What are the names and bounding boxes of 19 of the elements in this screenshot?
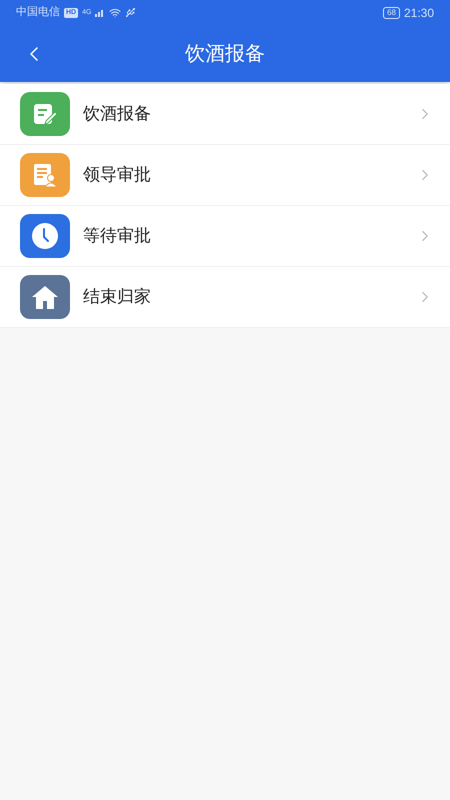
clock-icon <box>31 222 59 250</box>
house-icon <box>31 284 59 310</box>
menu-label: 领导审批 <box>83 164 152 186</box>
menu-label: 结束归家 <box>83 286 152 308</box>
menu-label: 饮酒报备 <box>83 103 152 126</box>
battery-icon: 68 <box>383 6 400 18</box>
wifi-icon <box>109 6 122 18</box>
menu-item[interactable]: 饮酒报备 <box>0 84 450 145</box>
note-pencil-icon <box>32 101 58 127</box>
menu-item[interactable]: 结束归家 <box>0 267 450 328</box>
menu-item[interactable]: 领导审批 <box>0 145 450 206</box>
signal-icon <box>95 8 106 17</box>
document-person-icon <box>32 162 58 188</box>
usb-icon <box>125 7 136 18</box>
menu-label: 等待审批 <box>83 225 152 248</box>
carrier-text: 中国电信 <box>16 5 60 20</box>
page-title: 饮酒报备 <box>185 42 265 66</box>
time-text: 21:30 <box>404 4 434 22</box>
menu-item[interactable]: 等待审批 <box>0 206 450 267</box>
